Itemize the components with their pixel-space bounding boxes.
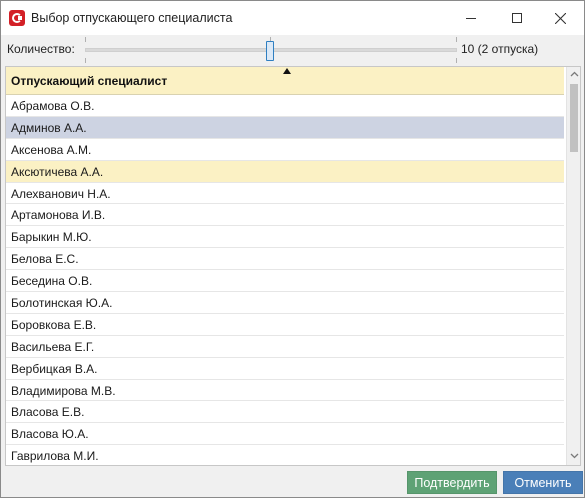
specialist-list: Отпускающий специалист Абрамова О.В. Адми… — [5, 66, 581, 466]
table-row[interactable]: Белова Е.С. — [6, 248, 564, 271]
specialist-name: Гаврилова М.И. — [11, 449, 99, 464]
table-row[interactable]: Алехванович Н.А. — [6, 182, 564, 205]
specialist-name: Васильева Е.Г. — [11, 339, 95, 354]
title-bar[interactable]: Выбор отпускающего специалиста — [1, 1, 584, 35]
specialist-name: Владимирова М.В. — [11, 383, 116, 398]
confirm-button[interactable]: Подтвердить — [407, 471, 497, 494]
table-row[interactable]: Аксютичева А.А. — [6, 160, 564, 183]
slider-tick — [85, 37, 86, 42]
scrollbar-thumb[interactable] — [570, 84, 578, 152]
table-row[interactable]: Абрамова О.В. — [6, 95, 564, 117]
column-header-label: Отпускающий специалист — [11, 74, 168, 88]
table-row[interactable]: Аксенова А.М. — [6, 138, 564, 161]
table-row[interactable]: Васильева Е.Г. — [6, 335, 564, 358]
specialist-name: Аксютичева А.А. — [11, 164, 104, 179]
minimize-button[interactable] — [448, 1, 494, 35]
slider-tick — [456, 37, 457, 42]
specialist-name: Болотинская Ю.А. — [11, 296, 113, 311]
minimize-icon — [466, 18, 476, 19]
vertical-scrollbar[interactable] — [566, 67, 580, 465]
maximize-icon — [512, 13, 522, 23]
scroll-down-arrow-icon[interactable] — [570, 453, 579, 459]
table-row[interactable]: Власова Е.В. — [6, 401, 564, 424]
specialist-rows: Абрамова О.В. Админов А.А. Аксенова А.М. Ак… — [6, 95, 564, 465]
specialist-name: Алехванович Н.А. — [11, 186, 111, 201]
column-header[interactable]: Отпускающий специалист — [6, 67, 564, 95]
quantity-slider[interactable] — [85, 37, 457, 63]
table-row[interactable]: Власова Ю.А. — [6, 423, 564, 446]
specialist-name: Барыкин М.Ю. — [11, 230, 92, 245]
table-row[interactable]: Артамонова И.В. — [6, 204, 564, 227]
cancel-button[interactable]: Отменить — [503, 471, 583, 494]
slider-tick — [85, 58, 86, 63]
slider-thumb[interactable] — [266, 41, 274, 61]
quantity-label: Количество: — [7, 42, 75, 56]
scroll-up-arrow-icon[interactable] — [570, 71, 579, 77]
table-row[interactable]: Болотинская Ю.А. — [6, 292, 564, 314]
window-title: Выбор отпускающего специалиста — [31, 11, 233, 25]
specialist-name: Беседина О.В. — [11, 274, 93, 289]
maximize-button[interactable] — [494, 1, 540, 35]
close-button[interactable] — [538, 1, 584, 35]
dialog-footer: Подтвердить Отменить — [1, 467, 584, 497]
table-row[interactable]: Владимирова М.В. — [6, 379, 564, 402]
specialist-name: Белова Е.С. — [11, 252, 79, 267]
specialist-name: Аксенова А.М. — [11, 142, 92, 157]
table-row[interactable]: Боровкова Е.В. — [6, 313, 564, 336]
specialist-name: Власова Е.В. — [11, 405, 85, 420]
specialist-name: Власова Ю.А. — [11, 427, 89, 442]
sort-indicator-icon — [283, 68, 291, 74]
table-row[interactable]: Вербицкая В.А. — [6, 357, 564, 380]
slider-tick — [456, 58, 457, 63]
quantity-value: 10 (2 отпуска) — [461, 42, 539, 56]
table-row[interactable]: Барыкин М.Ю. — [6, 226, 564, 249]
close-icon — [555, 13, 566, 24]
specialist-name: Боровкова Е.В. — [11, 317, 97, 332]
app-logo-icon — [9, 10, 25, 26]
specialist-name: Артамонова И.В. — [11, 208, 106, 223]
specialist-name: Вербицкая В.А. — [11, 361, 98, 376]
dialog-window: Выбор отпускающего специалиста Количеств… — [0, 0, 585, 498]
table-row[interactable]: Админов А.А. — [6, 116, 564, 139]
table-row[interactable]: Беседина О.В. — [6, 270, 564, 293]
table-row[interactable]: Гаврилова М.И. — [6, 445, 564, 465]
quantity-row: Количество: 10 (2 отпуска) — [1, 35, 584, 65]
specialist-name: Админов А.А. — [11, 120, 87, 135]
specialist-name: Абрамова О.В. — [11, 99, 95, 113]
